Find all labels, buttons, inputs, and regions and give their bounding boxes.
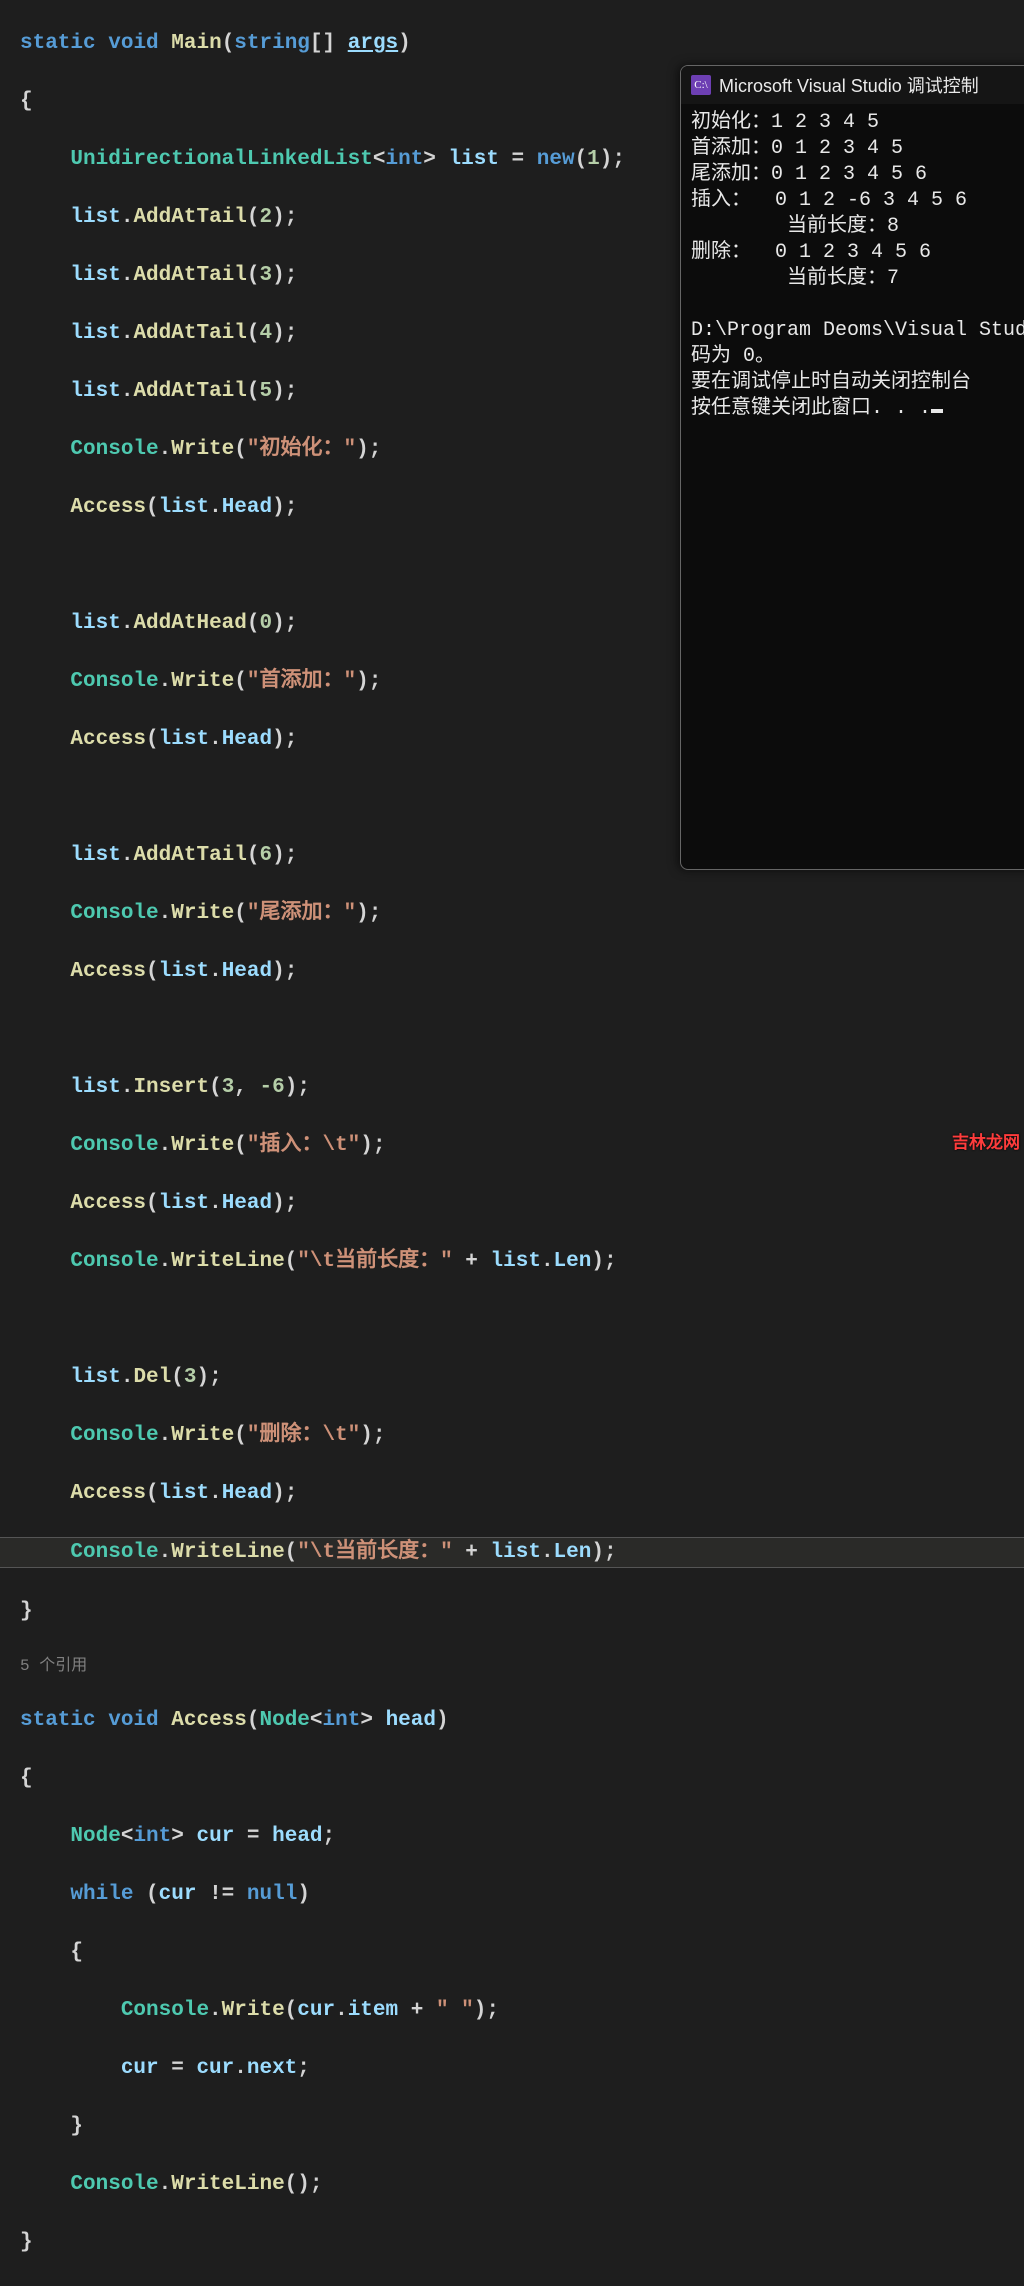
console-line: 初始化：1 2 3 4 5 xyxy=(691,111,879,134)
code-line: while (cur != null) xyxy=(0,1880,1024,1909)
code-line: Console.WriteLine("\t当前长度：" + list.Len); xyxy=(0,1247,1024,1276)
console-line: 尾添加：0 1 2 3 4 5 6 xyxy=(691,163,927,186)
console-line: 删除： 0 1 2 3 4 5 6 xyxy=(691,241,931,264)
debug-console-window[interactable]: C:\ Microsoft Visual Studio 调试控制 初始化：1 2… xyxy=(680,65,1024,870)
code-line: static void Main(string[] args) xyxy=(0,29,1024,58)
code-line xyxy=(0,1015,1024,1044)
code-line: Access(list.Head); xyxy=(0,957,1024,986)
code-line: Access(list.Head); xyxy=(0,1189,1024,1218)
watermark-text: 吉林龙网 xyxy=(952,1128,1020,1153)
code-line: Access(list.Head); xyxy=(0,1479,1024,1508)
visual-studio-icon: C:\ xyxy=(691,75,711,95)
code-line: } xyxy=(0,1597,1024,1626)
console-line: 首添加：0 1 2 3 4 5 xyxy=(691,137,903,160)
code-line xyxy=(0,1305,1024,1334)
code-line: { xyxy=(0,1764,1024,1793)
code-line: cur = cur.next; xyxy=(0,2054,1024,2083)
console-line: 码为 0。 xyxy=(691,345,775,368)
code-line: } xyxy=(0,2112,1024,2141)
console-line: 插入： 0 1 2 -6 3 4 5 6 xyxy=(691,189,967,212)
console-title-text: Microsoft Visual Studio 调试控制 xyxy=(719,72,979,98)
code-line: Console.Write(cur.item + " "); xyxy=(0,1996,1024,2025)
code-line: Console.Write("尾添加："); xyxy=(0,899,1024,928)
code-line: list.Insert(3, -6); xyxy=(0,1073,1024,1102)
console-line: 按任意键关闭此窗口. . . xyxy=(691,397,931,420)
code-line: Console.Write("插入：\t"); xyxy=(0,1131,1024,1160)
console-line: 当前长度：7 xyxy=(691,267,899,290)
codelens-references[interactable]: 5 个引用 xyxy=(0,1655,1024,1677)
code-line-current: Console.WriteLine("\t当前长度：" + list.Len); xyxy=(0,1537,1024,1568)
console-line: 当前长度：8 xyxy=(691,215,899,238)
code-line: Console.Write("删除：\t"); xyxy=(0,1421,1024,1450)
code-line: } xyxy=(0,2228,1024,2257)
console-line: 要在调试停止时自动关闭控制台 xyxy=(691,371,971,394)
code-line: { xyxy=(0,1938,1024,1967)
cursor-icon xyxy=(931,409,943,413)
code-line: static void Access(Node<int> head) xyxy=(0,1706,1024,1735)
code-line: list.Del(3); xyxy=(0,1363,1024,1392)
console-output: 初始化：1 2 3 4 5 首添加：0 1 2 3 4 5 尾添加：0 1 2 … xyxy=(681,104,1024,428)
console-line: D:\Program Deoms\Visual Stud xyxy=(691,319,1024,342)
code-line: Node<int> cur = head; xyxy=(0,1822,1024,1851)
code-line: Console.WriteLine(); xyxy=(0,2170,1024,2199)
console-titlebar[interactable]: C:\ Microsoft Visual Studio 调试控制 xyxy=(681,66,1024,104)
